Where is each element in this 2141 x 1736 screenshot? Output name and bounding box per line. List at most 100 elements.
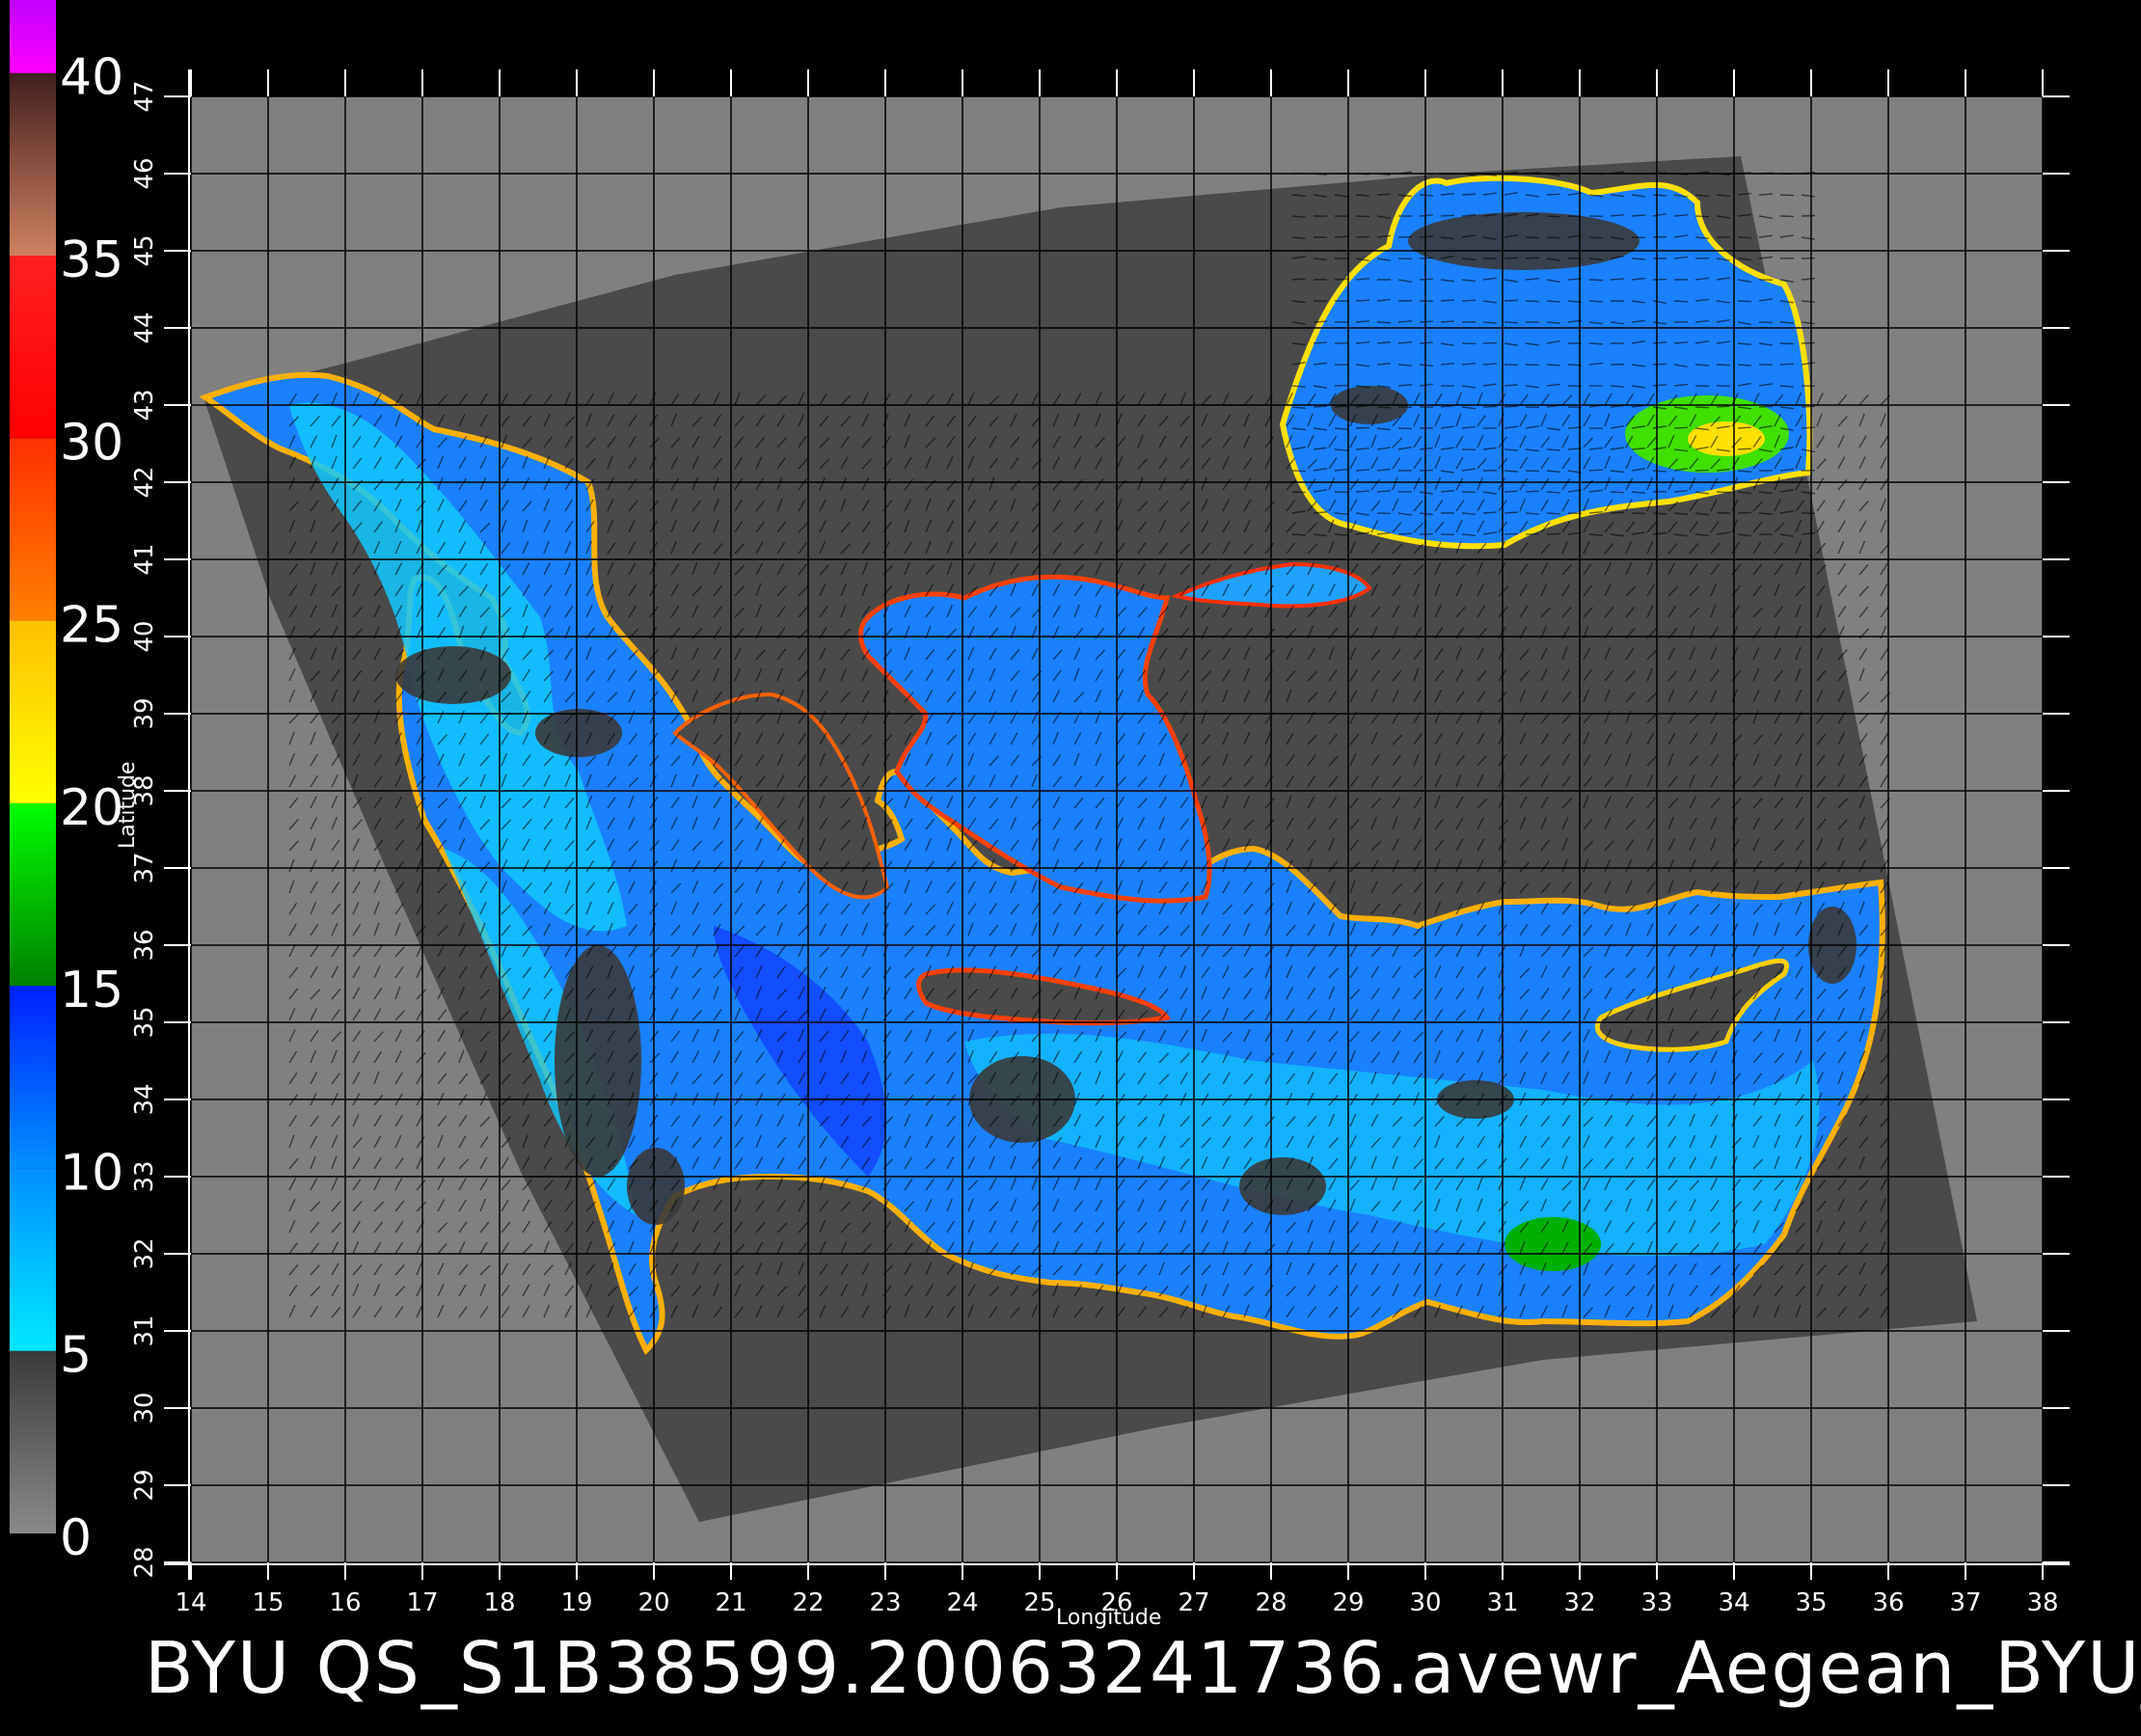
longitude-tick-label: 22 <box>792 1588 824 1617</box>
longitude-tick-label: 29 <box>1332 1588 1364 1617</box>
latitude-tick-label: 29 <box>130 1469 159 1501</box>
wind-barb <box>1610 491 1625 494</box>
wind-barb <box>1652 512 1667 515</box>
wind-barb <box>1631 258 1646 260</box>
colorbar-segment <box>10 256 56 439</box>
latitude-tick-label: 41 <box>130 543 159 575</box>
wind-barb <box>1801 405 1816 408</box>
wind-barb <box>1291 491 1307 494</box>
wind-barb <box>1504 299 1519 302</box>
colorbar-tick-label: 35 <box>60 231 123 289</box>
colorbar-segment <box>10 1350 56 1533</box>
wind-barb <box>1801 426 1816 429</box>
longitude-tick-label: 23 <box>869 1588 901 1617</box>
latitude-tick-label: 31 <box>130 1315 159 1346</box>
wind-barb <box>1737 300 1752 303</box>
wind-barb <box>1737 448 1752 450</box>
wind-barb <box>1546 532 1561 535</box>
colorbar-segment <box>10 438 56 621</box>
wind-barb <box>1313 320 1328 323</box>
wind-barb <box>1610 511 1625 514</box>
colorbar-tick-label: 5 <box>60 1327 92 1385</box>
wind-barb <box>1482 405 1498 408</box>
wind-barb <box>1673 426 1689 429</box>
colorbar <box>10 0 56 1533</box>
latitude-tick-label: 45 <box>130 234 159 266</box>
wind-barb <box>1779 321 1795 324</box>
wind-barb <box>1355 490 1370 493</box>
longitude-tick-label: 19 <box>560 1588 592 1617</box>
wind-barb <box>1694 215 1710 218</box>
wind-barb <box>1419 341 1434 344</box>
wind-barb <box>1652 363 1667 366</box>
wind-barb <box>1588 469 1604 472</box>
wind-barb <box>1355 299 1370 302</box>
longitude-tick-label: 24 <box>946 1588 978 1617</box>
colorbar-segment <box>10 986 56 1169</box>
wind-barb <box>1504 405 1519 408</box>
wind-barb <box>1334 278 1349 281</box>
latitude-tick-label: 37 <box>130 852 159 883</box>
latitude-tick-label: 40 <box>130 620 159 652</box>
wind-barb <box>1334 235 1349 238</box>
wind-barb <box>1546 491 1561 494</box>
wind-barb <box>1525 300 1540 303</box>
wind-map: 0510152025303540 14 15 16 17 18 19 20 21… <box>0 0 2141 1736</box>
wind-barb <box>1716 491 1731 494</box>
wind-barb <box>1716 405 1731 408</box>
wind-barb <box>1546 236 1561 239</box>
latitude-tick-label: 46 <box>130 157 159 189</box>
wind-barb <box>1758 321 1774 324</box>
longitude-tick-label: 36 <box>1872 1588 1904 1617</box>
latitude-tick-label: 39 <box>130 697 159 729</box>
wind-barb <box>1758 405 1774 408</box>
wind-barb <box>1504 321 1519 324</box>
wind-barb <box>1588 236 1604 239</box>
wind-barb <box>1419 278 1434 281</box>
wind-barb <box>1525 490 1540 493</box>
latitude-tick-label: 36 <box>130 929 159 961</box>
wind-barb <box>1546 193 1561 196</box>
wind-barb <box>1610 278 1625 281</box>
latitude-tick-label: 42 <box>130 466 159 498</box>
latitude-tick-label: 43 <box>130 389 159 420</box>
longitude-tick-label: 17 <box>406 1588 438 1617</box>
longitude-tick-label: 25 <box>1023 1588 1055 1617</box>
longitude-tick-label: 31 <box>1486 1588 1518 1617</box>
wind-barb <box>1291 470 1307 473</box>
wind-barb <box>1631 214 1646 217</box>
wind-barb <box>1737 236 1752 239</box>
wind-barb <box>1419 235 1434 238</box>
longitude-tick-label: 34 <box>1718 1588 1749 1617</box>
wind-barb <box>1461 193 1477 196</box>
longitude-tick-label: 38 <box>2026 1588 2058 1617</box>
wind-barb <box>1546 364 1561 366</box>
wind-barb <box>1419 320 1434 323</box>
latitude-tick-label: 32 <box>130 1237 159 1269</box>
wind-barb <box>1694 406 1710 409</box>
longitude-tick-label: 18 <box>483 1588 515 1617</box>
longitude-tick-label: 16 <box>329 1588 361 1617</box>
latitude-tick-label: 35 <box>130 1006 159 1038</box>
wind-barb <box>1376 321 1392 324</box>
colorbar-tick-label: 20 <box>60 779 123 837</box>
wind-barb <box>1779 363 1795 366</box>
colorbar-tick-label: 10 <box>60 1144 123 1202</box>
wind-barb <box>1440 214 1455 217</box>
wind-barb <box>1801 341 1816 344</box>
wind-barb <box>1376 406 1392 409</box>
plot-area <box>190 95 2044 1563</box>
wind-barb <box>1397 532 1413 535</box>
wind-barb <box>1588 279 1604 282</box>
longitude-tick-label: 28 <box>1255 1588 1287 1617</box>
wind-barb <box>1779 194 1795 197</box>
colorbar-tick-label: 40 <box>60 49 123 107</box>
latitude-tick-label: 30 <box>130 1392 159 1424</box>
wind-barb <box>1504 490 1519 493</box>
colorbar-tick-label: 0 <box>60 1509 92 1567</box>
colorbar-segment <box>10 72 56 256</box>
wind-barb <box>1716 364 1731 366</box>
wind-barb <box>1588 342 1604 345</box>
wind-barb <box>1737 426 1752 429</box>
longitude-tick-label: 21 <box>715 1588 746 1617</box>
